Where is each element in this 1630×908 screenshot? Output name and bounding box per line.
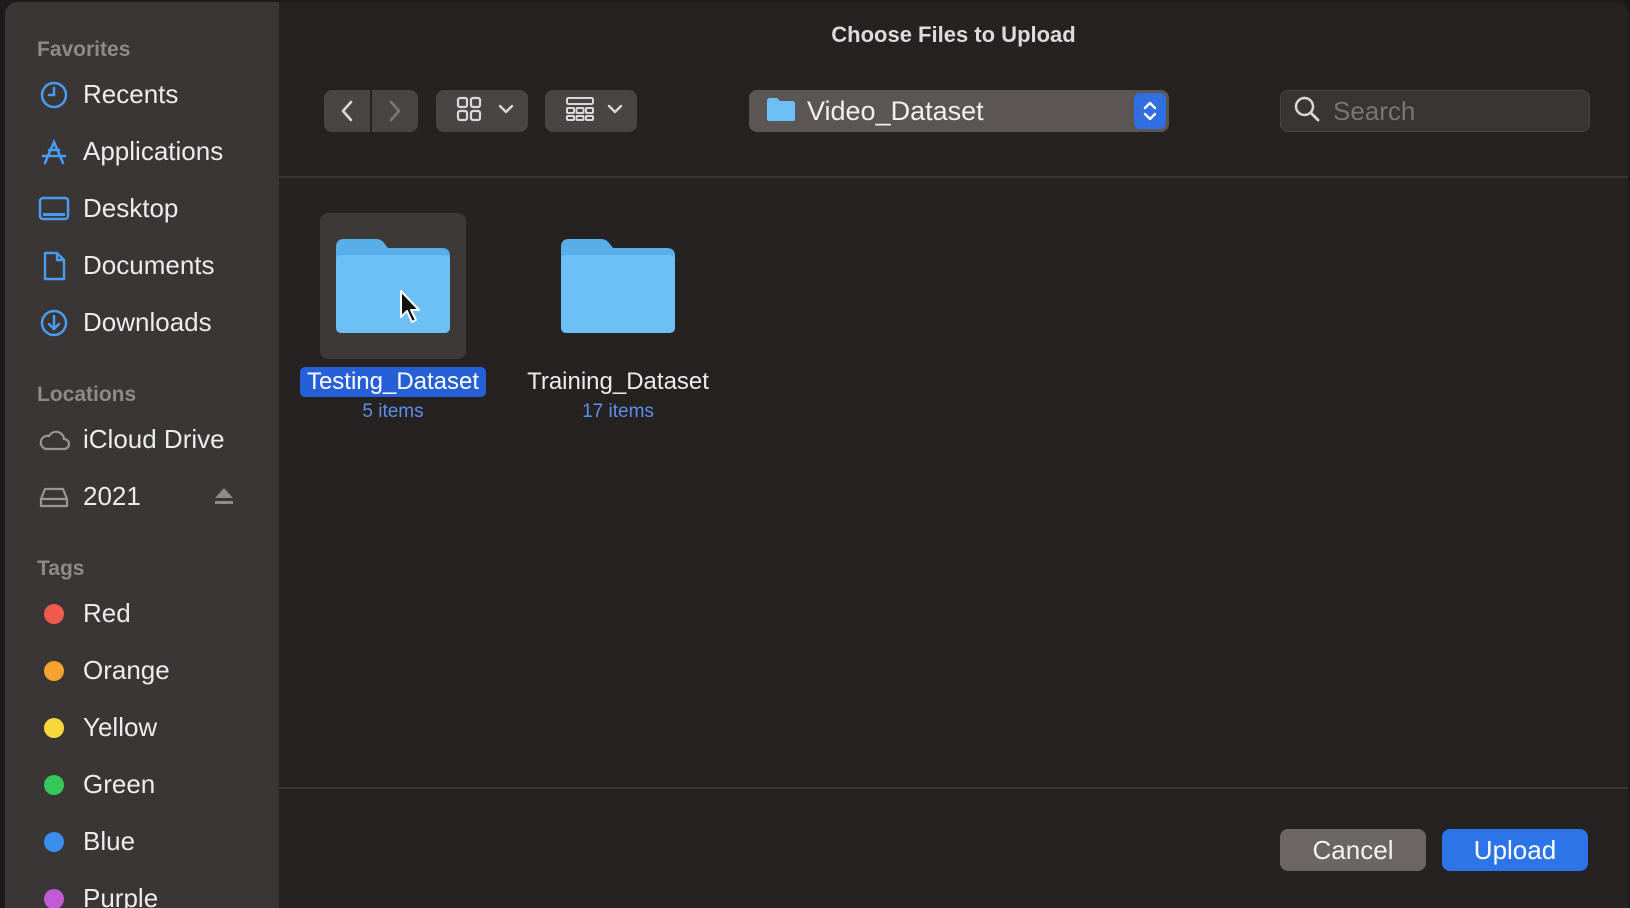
chevron-left-icon <box>341 100 353 122</box>
sidebar-item-recents[interactable]: Recents <box>5 66 279 123</box>
locations-section-title: Locations <box>37 383 137 406</box>
sidebar-tag-red[interactable]: Red <box>5 585 279 642</box>
favorites-section-title: Favorites <box>37 38 131 61</box>
eject-icon[interactable] <box>213 485 235 512</box>
sidebar-item-label: Documents <box>83 250 215 280</box>
toolbar: Video_Dataset <box>279 90 1628 134</box>
sidebar-item-drive-2021[interactable]: 2021 <box>5 468 279 525</box>
sidebar-item-documents[interactable]: Documents <box>5 237 279 294</box>
search-icon <box>1293 95 1321 128</box>
view-mode-button[interactable] <box>436 90 528 132</box>
clock-icon <box>37 78 71 112</box>
sidebar-tag-yellow[interactable]: Yellow <box>5 699 279 756</box>
sidebar-item-label: iCloud Drive <box>83 424 225 454</box>
tag-dot-icon <box>37 597 71 631</box>
chevron-down-icon <box>498 102 514 120</box>
sidebar-item-label: Orange <box>83 655 170 685</box>
back-button[interactable] <box>324 90 370 132</box>
sidebar-item-label: 2021 <box>83 481 141 511</box>
toolbar-divider <box>279 176 1628 178</box>
document-icon <box>37 249 71 283</box>
gallery-icon <box>565 96 595 127</box>
dialog-title: Choose Files to Upload <box>831 22 1076 47</box>
tag-dot-icon <box>37 768 71 802</box>
drive-icon <box>37 480 71 514</box>
group-by-button[interactable] <box>545 90 637 132</box>
file-item-testing-dataset[interactable]: Testing_Dataset 5 items <box>288 213 498 423</box>
file-upload-dialog: Favorites Recents Applications Desktop D… <box>5 2 1628 908</box>
upload-button[interactable]: Upload <box>1442 829 1588 871</box>
cancel-button[interactable]: Cancel <box>1280 829 1426 871</box>
search-input[interactable] <box>1333 95 1573 127</box>
sidebar-item-label: Downloads <box>83 307 212 337</box>
sidebar-item-label: Blue <box>83 826 136 856</box>
sidebar-item-label: Purple <box>83 883 159 908</box>
file-item-training-dataset[interactable]: Training_Dataset 17 items <box>513 213 723 423</box>
sidebar-item-icloud-drive[interactable]: iCloud Drive <box>5 411 279 468</box>
folder-thumbnail <box>545 213 691 359</box>
sidebar-item-applications[interactable]: Applications <box>5 123 279 180</box>
cloud-icon <box>37 423 71 457</box>
tag-dot-icon <box>37 825 71 859</box>
file-name: Training_Dataset <box>527 368 709 395</box>
path-popup-label: Video_Dataset <box>807 95 984 126</box>
folder-thumbnail <box>320 213 466 359</box>
tag-dot-icon <box>37 882 71 908</box>
file-name: Testing_Dataset <box>299 367 487 397</box>
sidebar-item-label: Green <box>83 769 156 799</box>
desktop-icon <box>37 192 71 226</box>
chevron-right-icon <box>389 100 401 122</box>
chevron-down-icon <box>607 102 623 120</box>
sidebar-item-label: Applications <box>83 136 224 166</box>
sidebar: Favorites Recents Applications Desktop D… <box>5 2 279 908</box>
sidebar-item-label: Red <box>83 598 131 628</box>
footer-divider <box>279 787 1628 789</box>
file-item-count: 5 items <box>362 401 424 422</box>
search-field[interactable] <box>1280 90 1590 132</box>
tag-dot-icon <box>37 654 71 688</box>
path-popup[interactable]: Video_Dataset <box>749 90 1169 132</box>
sidebar-item-label: Yellow <box>83 712 158 742</box>
up-down-chevron-icon <box>1134 93 1166 129</box>
download-icon <box>37 306 71 340</box>
sidebar-tag-blue[interactable]: Blue <box>5 813 279 870</box>
forward-button[interactable] <box>372 90 418 132</box>
tag-dot-icon <box>37 711 71 745</box>
file-item-count: 17 items <box>582 401 654 422</box>
sidebar-item-label: Desktop <box>83 193 179 223</box>
mouse-cursor-icon <box>399 289 423 330</box>
icon-grid-icon <box>456 96 482 127</box>
folder-icon <box>765 95 797 128</box>
tags-section-title: Tags <box>37 557 85 580</box>
sidebar-tag-purple[interactable]: Purple <box>5 870 279 908</box>
sidebar-tag-green[interactable]: Green <box>5 756 279 813</box>
sidebar-item-desktop[interactable]: Desktop <box>5 180 279 237</box>
sidebar-item-label: Recents <box>83 79 179 109</box>
nav-button-group <box>324 90 418 132</box>
folder-icon <box>336 239 450 333</box>
sidebar-item-downloads[interactable]: Downloads <box>5 294 279 351</box>
sidebar-tag-orange[interactable]: Orange <box>5 642 279 699</box>
folder-icon <box>561 239 675 333</box>
applications-icon <box>37 135 71 169</box>
